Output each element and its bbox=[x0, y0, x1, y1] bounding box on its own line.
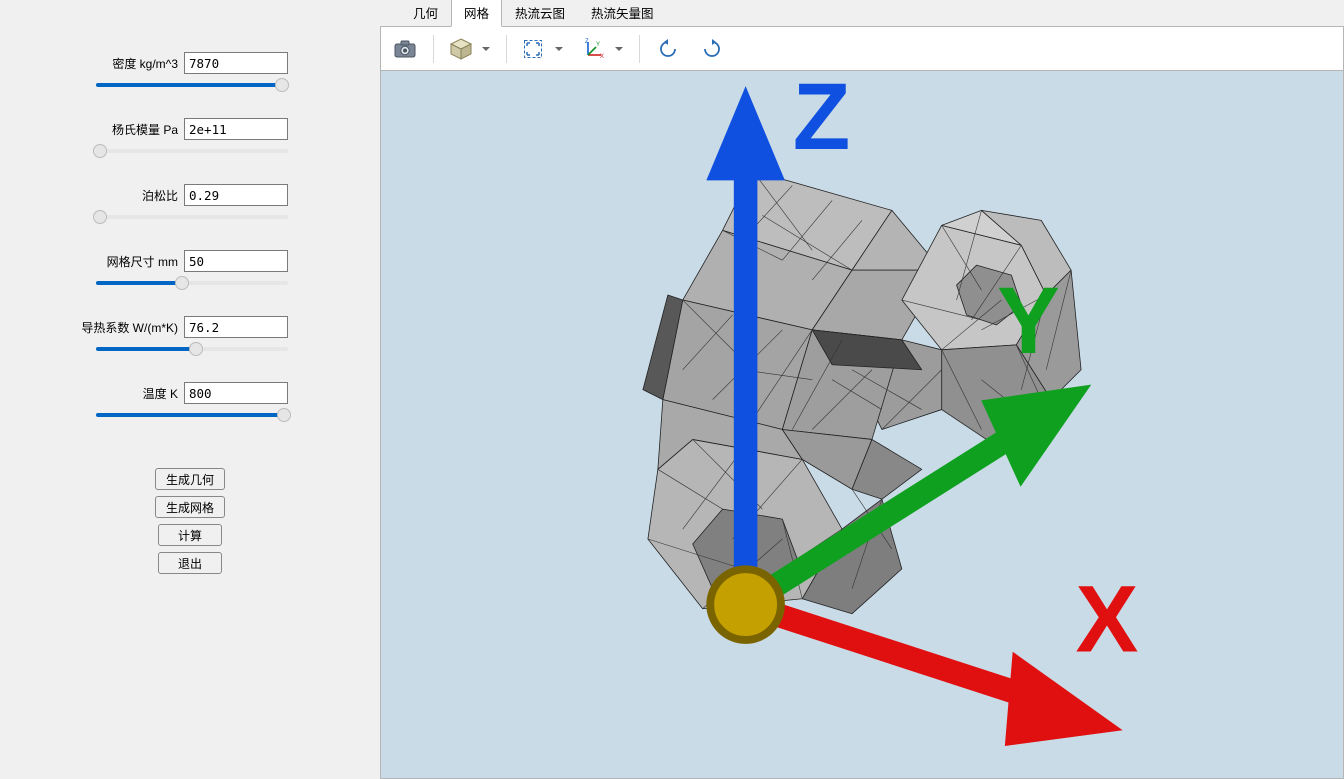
rotate-cw-icon[interactable] bbox=[694, 32, 730, 66]
view-area: 几何 网格 热流云图 热流矢量图 bbox=[380, 0, 1344, 779]
tab-strip: 几何 网格 热流云图 热流矢量图 bbox=[380, 0, 1344, 26]
param-input-temp[interactable] bbox=[184, 382, 288, 404]
param-label-youngs: 杨氏模量 Pa bbox=[112, 121, 184, 138]
param-row-density: 密度 kg/m^3 bbox=[0, 50, 380, 76]
slider-poisson[interactable] bbox=[0, 208, 380, 248]
toolbar-separator bbox=[506, 35, 507, 63]
exit-button[interactable]: 退出 bbox=[158, 552, 222, 574]
tab-heat-vector[interactable]: 热流矢量图 bbox=[578, 0, 667, 27]
tab-geometry[interactable]: 几何 bbox=[400, 0, 451, 27]
param-row-temp: 温度 K bbox=[0, 380, 380, 406]
tab-heat-contour[interactable]: 热流云图 bbox=[502, 0, 578, 27]
slider-meshsize[interactable] bbox=[0, 274, 380, 314]
param-label-temp: 温度 K bbox=[143, 385, 184, 402]
action-buttons: 生成几何 生成网格 计算 退出 bbox=[0, 446, 380, 574]
svg-text:X: X bbox=[600, 54, 604, 60]
param-row-poisson: 泊松比 bbox=[0, 182, 380, 208]
param-input-poisson[interactable] bbox=[184, 184, 288, 206]
param-input-thermal[interactable] bbox=[184, 316, 288, 338]
param-row-thermal: 导热系数 W/(m*K) bbox=[0, 314, 380, 340]
tab-mesh[interactable]: 网格 bbox=[451, 0, 502, 27]
param-input-meshsize[interactable] bbox=[184, 250, 288, 272]
slider-temp[interactable] bbox=[0, 406, 380, 446]
slider-youngs[interactable] bbox=[0, 142, 380, 182]
slider-thumb-density[interactable] bbox=[275, 78, 289, 92]
param-row-youngs: 杨氏模量 Pa bbox=[0, 116, 380, 142]
param-input-density[interactable] bbox=[184, 52, 288, 74]
generate-mesh-button[interactable]: 生成网格 bbox=[155, 496, 225, 518]
slider-fill-density bbox=[96, 83, 282, 87]
generate-geometry-button[interactable]: 生成几何 bbox=[155, 468, 225, 490]
mesh-viewport[interactable]: Z Y X bbox=[380, 70, 1344, 779]
param-label-meshsize: 网格尺寸 mm bbox=[107, 253, 184, 270]
app-root: 密度 kg/m^3 杨氏模量 Pa 泊松比 bbox=[0, 0, 1344, 779]
rotate-ccw-icon[interactable] bbox=[650, 32, 686, 66]
view-cube-icon[interactable] bbox=[444, 32, 496, 66]
param-input-youngs[interactable] bbox=[184, 118, 288, 140]
svg-text:Z: Z bbox=[585, 39, 589, 45]
slider-density[interactable] bbox=[0, 76, 380, 116]
axes-icon[interactable]: Z X Y bbox=[577, 32, 629, 66]
toolbar-separator bbox=[639, 35, 640, 63]
toolbar-separator bbox=[433, 35, 434, 63]
param-label-poisson: 泊松比 bbox=[142, 187, 184, 204]
fit-view-icon[interactable] bbox=[517, 32, 569, 66]
camera-icon[interactable] bbox=[387, 32, 423, 66]
param-label-density: 密度 kg/m^3 bbox=[112, 55, 184, 72]
param-label-thermal: 导热系数 W/(m*K) bbox=[81, 319, 184, 336]
view-toolbar: Z X Y bbox=[380, 26, 1344, 71]
mesh-render bbox=[381, 71, 1343, 778]
compute-button[interactable]: 计算 bbox=[158, 524, 222, 546]
param-row-meshsize: 网格尺寸 mm bbox=[0, 248, 380, 274]
parameter-panel: 密度 kg/m^3 杨氏模量 Pa 泊松比 bbox=[0, 0, 380, 779]
svg-text:Y: Y bbox=[596, 42, 600, 48]
slider-thermal[interactable] bbox=[0, 340, 380, 380]
